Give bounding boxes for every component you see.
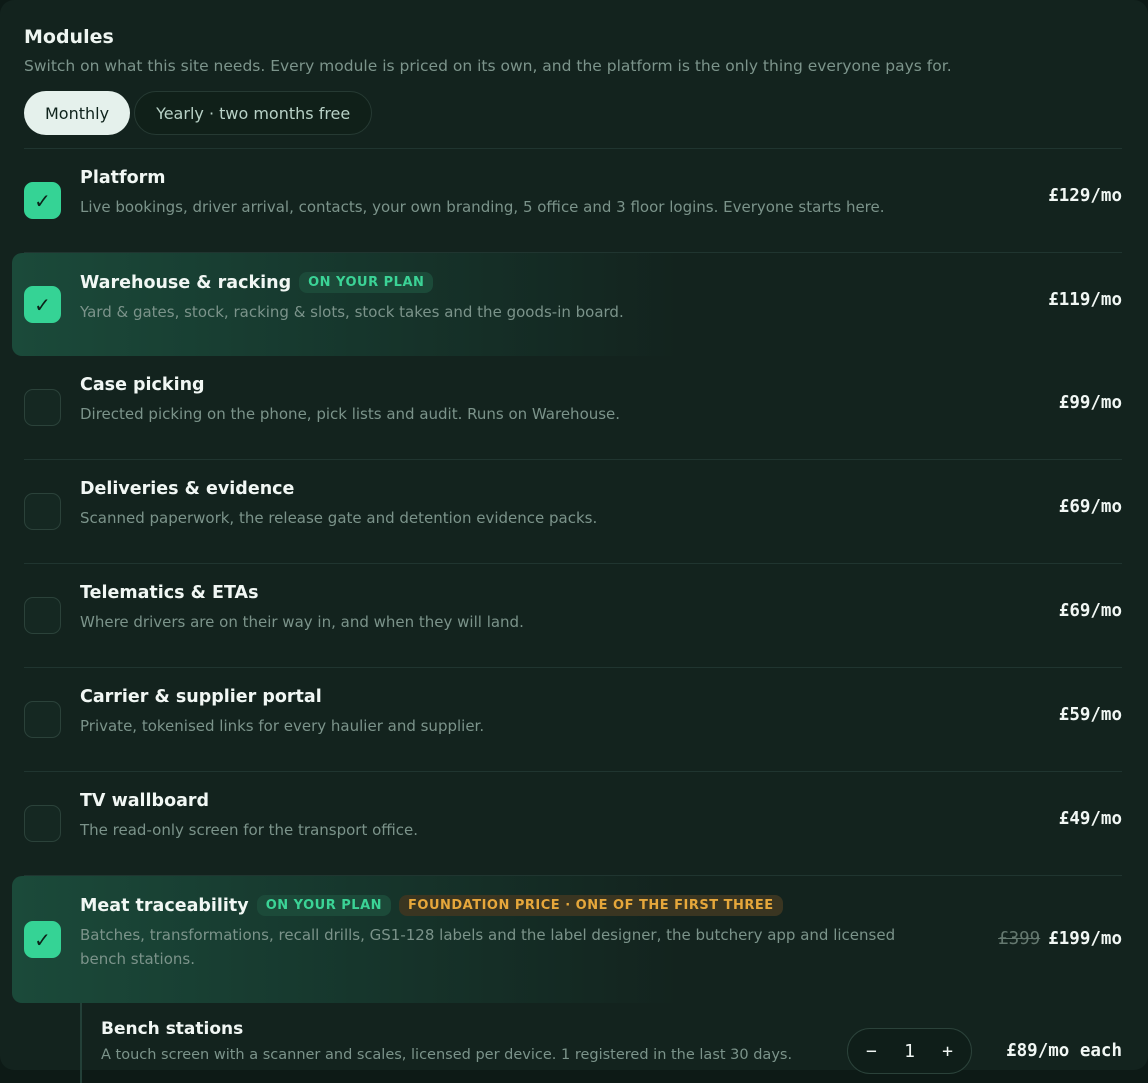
module-row-carrier-portal[interactable]: Carrier & supplier portal Private, token…: [24, 668, 1122, 772]
check-icon: ✓: [34, 188, 51, 213]
module-price: £99/mo: [1058, 393, 1122, 413]
page-subtitle: Switch on what this site needs. Every mo…: [24, 57, 952, 75]
module-checkbox[interactable]: ✓: [24, 182, 61, 219]
module-checkbox[interactable]: [24, 493, 61, 530]
module-description: Private, tokenised links for every hauli…: [80, 717, 485, 735]
module-description: Live bookings, driver arrival, contacts,…: [80, 198, 885, 216]
module-list: ✓ Platform Live bookings, driver arrival…: [12, 149, 1122, 1083]
module-price: £119/mo: [1048, 290, 1122, 310]
module-row-telematics[interactable]: Telematics & ETAs Where drivers are on t…: [24, 564, 1122, 668]
module-row-meat-traceability[interactable]: ✓ Meat traceability ON YOUR PLAN FOUNDAT…: [12, 876, 1122, 1003]
module-price: £399 £199/mo: [998, 929, 1122, 949]
module-name: Case picking: [80, 375, 205, 395]
module-checkbox[interactable]: [24, 805, 61, 842]
check-icon: ✓: [34, 292, 51, 317]
increment-button[interactable]: +: [942, 1041, 953, 1062]
module-name: Warehouse & racking: [80, 272, 292, 293]
decrement-button[interactable]: −: [866, 1041, 877, 1062]
page-title: Modules: [24, 26, 114, 48]
module-price: £129/mo: [1048, 186, 1122, 206]
module-checkbox[interactable]: [24, 701, 61, 738]
module-row-deliveries[interactable]: Deliveries & evidence Scanned paperwork,…: [24, 460, 1122, 564]
bench-stations-price: £89/mo each: [1006, 1041, 1122, 1061]
module-price: £69/mo: [1058, 601, 1122, 621]
module-description: Directed picking on the phone, pick list…: [80, 405, 621, 423]
module-description: Scanned paperwork, the release gate and …: [80, 509, 598, 527]
module-checkbox[interactable]: [24, 389, 61, 426]
module-row-case-picking[interactable]: Case picking Directed picking on the pho…: [24, 356, 1122, 460]
billing-toggle: Monthly Yearly · two months free: [24, 91, 1122, 135]
module-description: Where drivers are on their way in, and w…: [80, 613, 524, 631]
module-checkbox[interactable]: ✓: [24, 921, 61, 958]
modules-panel: Modules Switch on what this site needs. …: [0, 0, 1148, 1083]
on-plan-badge: ON YOUR PLAN: [256, 895, 392, 916]
module-description: Yard & gates, stock, racking & slots, st…: [80, 303, 624, 321]
current-price: £199/mo: [1048, 929, 1122, 949]
bench-stations-row: Bench stations A touch screen with a sca…: [80, 1003, 1122, 1083]
module-row-platform[interactable]: ✓ Platform Live bookings, driver arrival…: [24, 149, 1122, 253]
module-checkbox[interactable]: [24, 597, 61, 634]
module-name: TV wallboard: [80, 791, 210, 811]
module-price: £49/mo: [1058, 809, 1122, 829]
foundation-price-badge: FOUNDATION PRICE · ONE OF THE FIRST THRE…: [399, 895, 783, 916]
module-name: Telematics & ETAs: [80, 583, 259, 603]
module-price: £69/mo: [1058, 497, 1122, 517]
module-name: Deliveries & evidence: [80, 479, 295, 499]
check-icon: ✓: [34, 927, 51, 952]
module-row-warehouse[interactable]: ✓ Warehouse & racking ON YOUR PLAN Yard …: [12, 253, 1122, 356]
module-row-tv-wallboard[interactable]: TV wallboard The read-only screen for th…: [24, 772, 1122, 876]
module-checkbox[interactable]: ✓: [24, 286, 61, 323]
old-price: £399: [998, 929, 1041, 949]
bench-stations-name: Bench stations: [101, 1019, 244, 1039]
module-name: Meat traceability: [80, 895, 249, 916]
module-name: Carrier & supplier portal: [80, 687, 322, 707]
module-price: £59/mo: [1058, 705, 1122, 725]
module-description: Batches, transformations, recall drills,…: [80, 926, 896, 968]
module-name: Platform: [80, 168, 166, 188]
quantity-stepper: − 1 +: [847, 1028, 972, 1074]
billing-yearly-button[interactable]: Yearly · two months free: [134, 91, 373, 135]
billing-monthly-button[interactable]: Monthly: [24, 91, 131, 135]
quantity-value: 1: [904, 1040, 915, 1062]
on-plan-badge: ON YOUR PLAN: [299, 272, 434, 293]
module-description: The read-only screen for the transport o…: [80, 821, 419, 839]
